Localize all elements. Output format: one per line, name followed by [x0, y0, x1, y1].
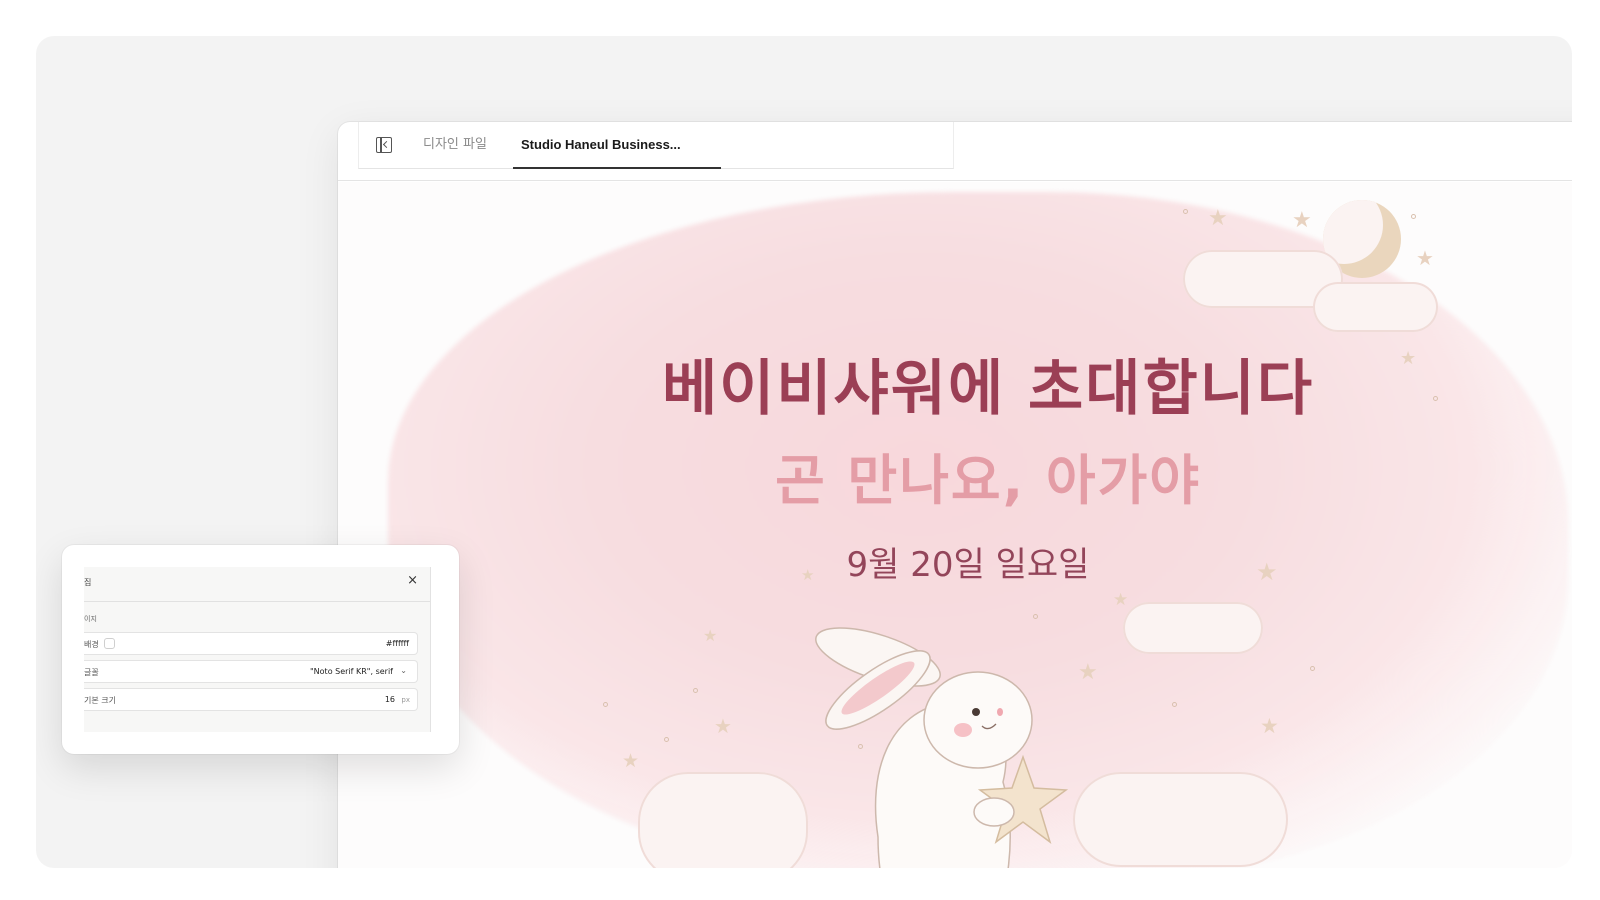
- star-icon: ★: [1208, 206, 1228, 231]
- app-stage: 디자인 파일 Studio Haneul Business... ★ ★ ★ ★…: [36, 36, 1572, 868]
- tab-bar: 디자인 파일 Studio Haneul Business...: [358, 122, 954, 169]
- dot-decoration: [603, 702, 608, 707]
- invitation-headline[interactable]: 베이비샤워에 초대합니다: [598, 340, 1378, 427]
- close-icon[interactable]: ×: [407, 573, 418, 588]
- invitation-subhead[interactable]: 곤 만나요, 아가야: [698, 436, 1278, 515]
- background-field[interactable]: 배경 #ffffff: [84, 632, 418, 655]
- font-select[interactable]: 글꼴 "Noto Serif KR", serif ⌄: [84, 660, 418, 683]
- dot-decoration: [1310, 666, 1315, 671]
- chevron-down-icon[interactable]: ⌄: [400, 666, 407, 675]
- panel-divider: [84, 601, 430, 602]
- star-icon: ★: [1416, 246, 1434, 270]
- invitation-date[interactable]: 9월 20일 일요일: [798, 537, 1138, 586]
- bunny-illustration: [815, 627, 1069, 868]
- properties-panel-body: 집 × 이지 배경 #ffffff 글꼴 "Noto Serif KR", se…: [84, 567, 431, 732]
- star-icon: ★: [1400, 348, 1417, 369]
- sidebar-toggle-icon[interactable]: [376, 137, 392, 153]
- star-icon: ★: [622, 750, 640, 772]
- cloud-illustration: [1123, 602, 1263, 654]
- star-icon: ★: [1113, 590, 1129, 610]
- star-icon: ★: [1256, 558, 1278, 586]
- toolbar-divider: [338, 180, 1572, 181]
- cloud-illustration: [1073, 772, 1288, 867]
- dot-decoration: [1411, 214, 1416, 219]
- star-icon: ★: [1292, 208, 1312, 233]
- panel-title: 집: [84, 578, 92, 587]
- dot-decoration: [693, 688, 698, 693]
- dot-decoration: [1172, 702, 1177, 707]
- properties-panel: 집 × 이지 배경 #ffffff 글꼴 "Noto Serif KR", se…: [62, 545, 459, 754]
- unit-label: px: [401, 696, 410, 704]
- color-swatch[interactable]: [104, 638, 115, 649]
- dot-decoration: [1433, 396, 1438, 401]
- tab-design-files[interactable]: 디자인 파일: [423, 122, 487, 168]
- font-label: 글꼴: [84, 668, 99, 677]
- design-canvas[interactable]: ★ ★ ★ ★ ★ ★ ★ ★ ★ ★ ★ ★ 베이비샤워에 초대합니다 곤 만…: [338, 182, 1572, 868]
- star-icon: ★: [714, 714, 732, 738]
- base-size-value[interactable]: 16: [385, 695, 395, 704]
- design-window: 디자인 파일 Studio Haneul Business... ★ ★ ★ ★…: [338, 122, 1572, 868]
- tab-active-document[interactable]: Studio Haneul Business...: [513, 122, 721, 169]
- base-size-field[interactable]: 기본 크기 16 px: [84, 688, 418, 711]
- cloud-illustration: [1313, 282, 1438, 332]
- background-value[interactable]: #ffffff: [386, 639, 409, 648]
- star-icon: ★: [1260, 714, 1279, 738]
- star-icon: ★: [703, 626, 718, 645]
- base-size-label: 기본 크기: [84, 696, 116, 705]
- font-value[interactable]: "Noto Serif KR", serif: [310, 667, 393, 676]
- background-label: 배경: [84, 640, 99, 649]
- dot-decoration: [664, 737, 669, 742]
- panel-section-label: 이지: [84, 615, 97, 623]
- dot-decoration: [1183, 209, 1188, 214]
